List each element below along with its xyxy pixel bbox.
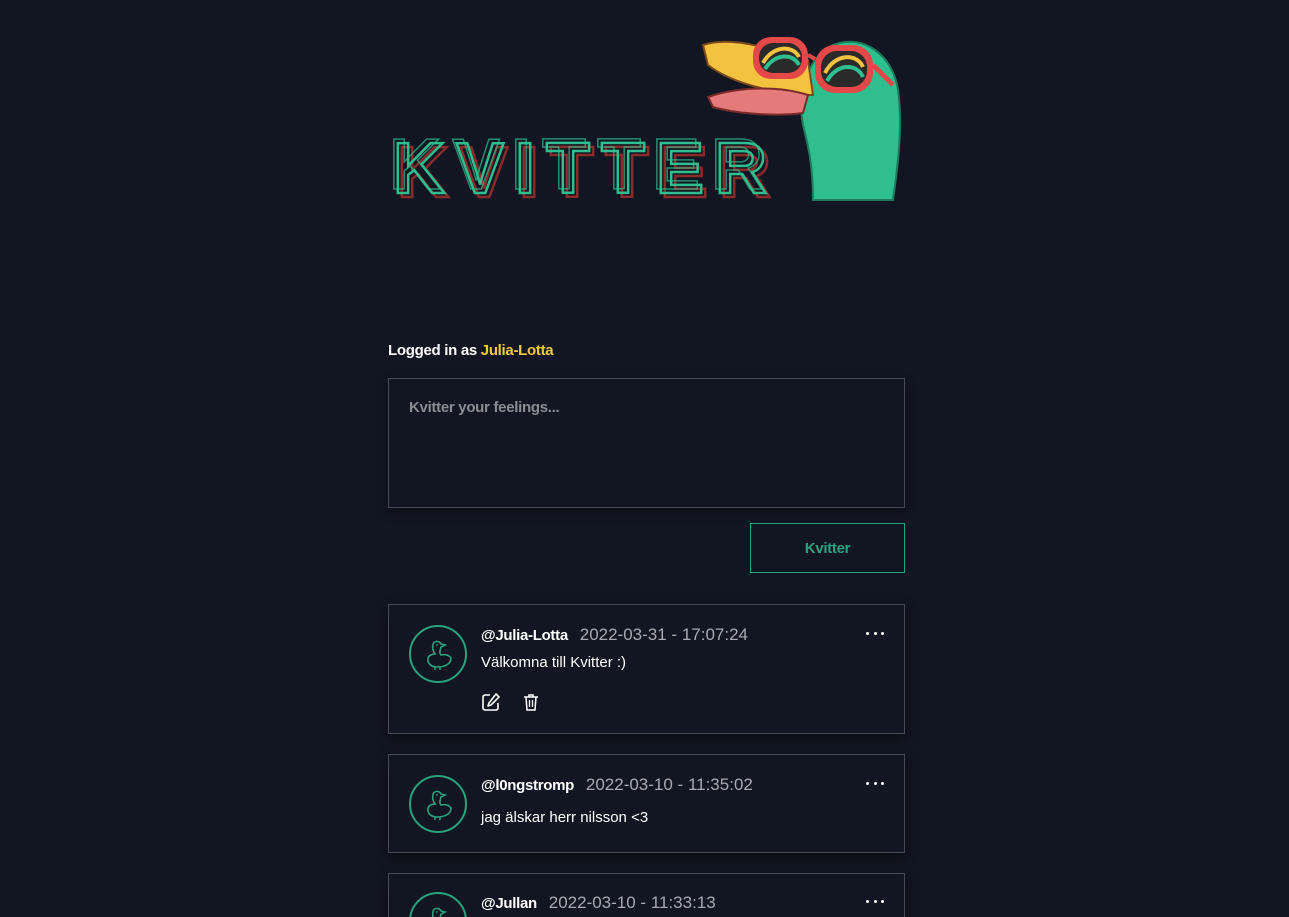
more-options-icon[interactable]	[866, 894, 884, 908]
post-actions	[481, 692, 541, 712]
edit-icon[interactable]	[481, 692, 501, 712]
post-timestamp: 2022-03-10 - 11:33:13	[548, 893, 716, 912]
current-username[interactable]: Julia-Lotta	[481, 342, 554, 359]
more-options-icon[interactable]	[866, 776, 884, 790]
duck-mascot-icon	[693, 15, 903, 210]
login-prefix: Logged in as	[388, 342, 477, 359]
more-options-icon[interactable]	[866, 626, 884, 640]
post-timestamp: 2022-03-31 - 17:07:24	[579, 625, 748, 644]
avatar[interactable]	[409, 775, 467, 833]
avatar[interactable]	[409, 625, 467, 683]
avatar[interactable]	[409, 892, 467, 917]
post-author-row: @Jullan 2022-03-10 - 11:33:13	[481, 893, 716, 913]
duck-avatar-icon	[431, 907, 448, 917]
post-author-row: @l0ngstromp 2022-03-10 - 11:35:02	[481, 775, 753, 795]
page: KVITTER KVITTER KVITTER Logged in as Jul…	[0, 0, 1289, 917]
post-author[interactable]: @Julia-Lotta	[481, 627, 568, 644]
post-timestamp: 2022-03-10 - 11:35:02	[585, 775, 753, 794]
duck-avatar-icon	[427, 640, 452, 670]
kvitter-logo[interactable]: KVITTER KVITTER KVITTER	[388, 15, 908, 205]
trash-icon[interactable]	[521, 692, 541, 712]
post-text: Välkomna till Kvitter :)	[481, 654, 627, 671]
post-card: @Jullan 2022-03-10 - 11:33:13	[388, 873, 905, 917]
post-text: jag älskar herr nilsson <3	[481, 809, 649, 826]
post-card: @Julia-Lotta 2022-03-31 - 17:07:24 Välko…	[388, 604, 905, 734]
compose-box	[388, 378, 905, 508]
post-card: @l0ngstromp 2022-03-10 - 11:35:02 jag äl…	[388, 754, 905, 853]
duck-avatar-icon	[427, 790, 452, 820]
kvitter-submit-button[interactable]: Kvitter	[750, 523, 905, 573]
post-author[interactable]: @l0ngstromp	[481, 777, 574, 794]
kvitter-input[interactable]	[389, 379, 904, 507]
post-author[interactable]: @Jullan	[481, 895, 537, 912]
post-author-row: @Julia-Lotta 2022-03-31 - 17:07:24	[481, 625, 748, 645]
login-status: Logged in as Julia-Lotta	[388, 342, 554, 359]
